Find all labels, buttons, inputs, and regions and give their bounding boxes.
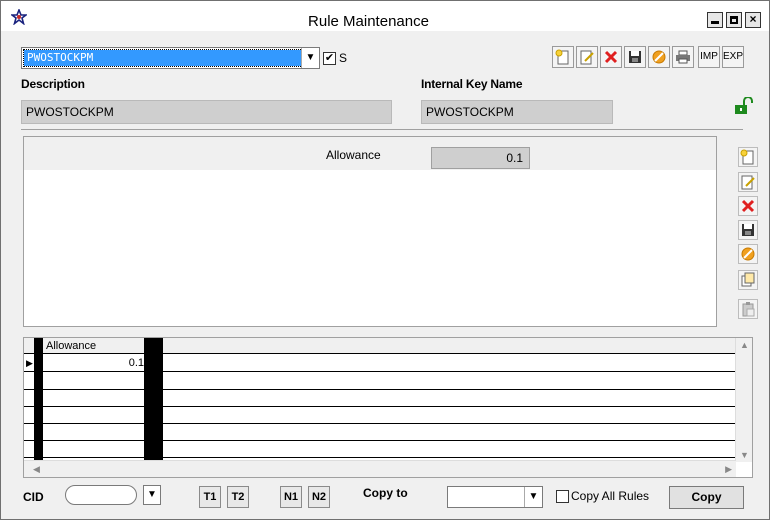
cancel-button[interactable]	[648, 46, 670, 68]
chevron-down-icon[interactable]: ▼	[143, 485, 161, 505]
scroll-right-icon[interactable]: ▶	[725, 464, 732, 475]
copy-icon	[741, 272, 755, 287]
table-row[interactable]	[24, 390, 736, 407]
cancel-icon	[741, 247, 755, 261]
vertical-scrollbar[interactable]: ▲ ▼	[735, 338, 752, 462]
floppy-disk-icon	[742, 224, 754, 236]
maximize-button[interactable]	[726, 12, 742, 28]
horizontal-scrollbar[interactable]: ◀ ▶	[24, 460, 736, 477]
scroll-left-icon[interactable]: ◀	[33, 464, 40, 475]
s-checkbox-label: S	[339, 51, 348, 65]
minimize-icon	[711, 21, 719, 24]
rule-select[interactable]: PWOSTOCKPM ▼	[21, 47, 320, 69]
side-save-button[interactable]	[738, 220, 758, 240]
grid-header: Allowance	[24, 338, 736, 354]
close-button[interactable]: ×	[745, 12, 761, 28]
row-pointer-icon: ▶	[26, 358, 33, 368]
maximize-icon	[730, 16, 738, 24]
scroll-up-icon[interactable]: ▲	[740, 340, 749, 350]
floppy-disk-icon	[629, 51, 641, 63]
export-button[interactable]: EXP	[722, 46, 744, 68]
copy-all-rules-label: Copy All Rules	[571, 489, 650, 503]
new-document-icon	[555, 49, 569, 65]
table-row[interactable]	[24, 424, 736, 441]
grid-column-divider	[144, 338, 163, 462]
new-button[interactable]	[552, 46, 574, 68]
side-delete-button[interactable]	[738, 196, 758, 216]
chevron-down-icon[interactable]: ▼	[524, 487, 542, 507]
description-label: Description	[21, 77, 85, 91]
allowance-row: Allowance 0.1	[24, 137, 716, 170]
delete-x-icon	[604, 50, 618, 64]
edit-icon	[741, 175, 755, 190]
table-cell[interactable]: 0.1	[44, 355, 144, 371]
table-row[interactable]	[24, 407, 736, 424]
table-row[interactable]	[24, 373, 736, 390]
cid-select[interactable]: ▼	[65, 485, 161, 505]
copy-all-rules-checkbox[interactable]	[556, 490, 569, 503]
cid-select-value[interactable]	[65, 485, 137, 505]
import-button[interactable]: IMP	[698, 46, 720, 68]
rule-select-value: PWOSTOCKPM	[23, 49, 303, 67]
detail-panel: Allowance 0.1	[23, 136, 717, 327]
side-cancel-button[interactable]	[738, 244, 758, 264]
s-checkbox[interactable]: ✔	[323, 52, 336, 65]
allowance-grid[interactable]: Allowance ▶ 0.1 ▲ ▼ ◀ ▶	[23, 337, 753, 478]
table-row[interactable]	[24, 441, 736, 458]
t2-button[interactable]: T2	[227, 486, 249, 508]
grid-column-divider	[34, 338, 43, 477]
table-row[interactable]: ▶ 0.1	[24, 355, 736, 372]
internal-key-label: Internal Key Name	[421, 77, 523, 91]
save-button[interactable]	[624, 46, 646, 68]
copy-to-label: Copy to	[363, 486, 408, 500]
delete-button[interactable]	[600, 46, 622, 68]
title-bar: Rule Maintenance ×	[1, 1, 769, 31]
internal-key-field: PWOSTOCKPM	[421, 100, 613, 124]
edit-button[interactable]	[576, 46, 598, 68]
rule-maintenance-window: Rule Maintenance × PWOSTOCKPM ▼ ✔ S IMP …	[0, 0, 770, 520]
allowance-label: Allowance	[326, 148, 381, 162]
side-paste-button[interactable]	[738, 299, 758, 319]
cid-label: CID	[23, 490, 44, 504]
cancel-icon	[652, 50, 666, 64]
copy-button[interactable]: Copy	[669, 486, 744, 509]
n1-button[interactable]: N1	[280, 486, 302, 508]
print-button[interactable]	[672, 46, 694, 68]
delete-x-icon	[741, 199, 755, 213]
close-icon: ×	[749, 12, 757, 26]
checkmark-icon: ✔	[324, 52, 335, 64]
edit-icon	[580, 50, 594, 65]
t1-button[interactable]: T1	[199, 486, 221, 508]
side-copy-button[interactable]	[738, 270, 758, 290]
window-title: Rule Maintenance	[308, 13, 429, 30]
minimize-button[interactable]	[707, 12, 723, 28]
printer-icon	[676, 50, 690, 64]
side-edit-button[interactable]	[738, 172, 758, 192]
grid-column-header: Allowance	[46, 340, 97, 352]
paste-icon	[742, 302, 755, 317]
scroll-down-icon[interactable]: ▼	[740, 450, 749, 460]
unlock-icon[interactable]	[732, 97, 754, 115]
new-document-icon	[740, 149, 754, 165]
chevron-down-icon[interactable]: ▼	[301, 48, 319, 68]
side-new-button[interactable]	[738, 147, 758, 167]
copy-to-select[interactable]: ▼	[447, 486, 543, 508]
separator	[21, 129, 743, 130]
n2-button[interactable]: N2	[308, 486, 330, 508]
allowance-field[interactable]: 0.1	[431, 147, 530, 169]
description-field: PWOSTOCKPM	[21, 100, 392, 124]
